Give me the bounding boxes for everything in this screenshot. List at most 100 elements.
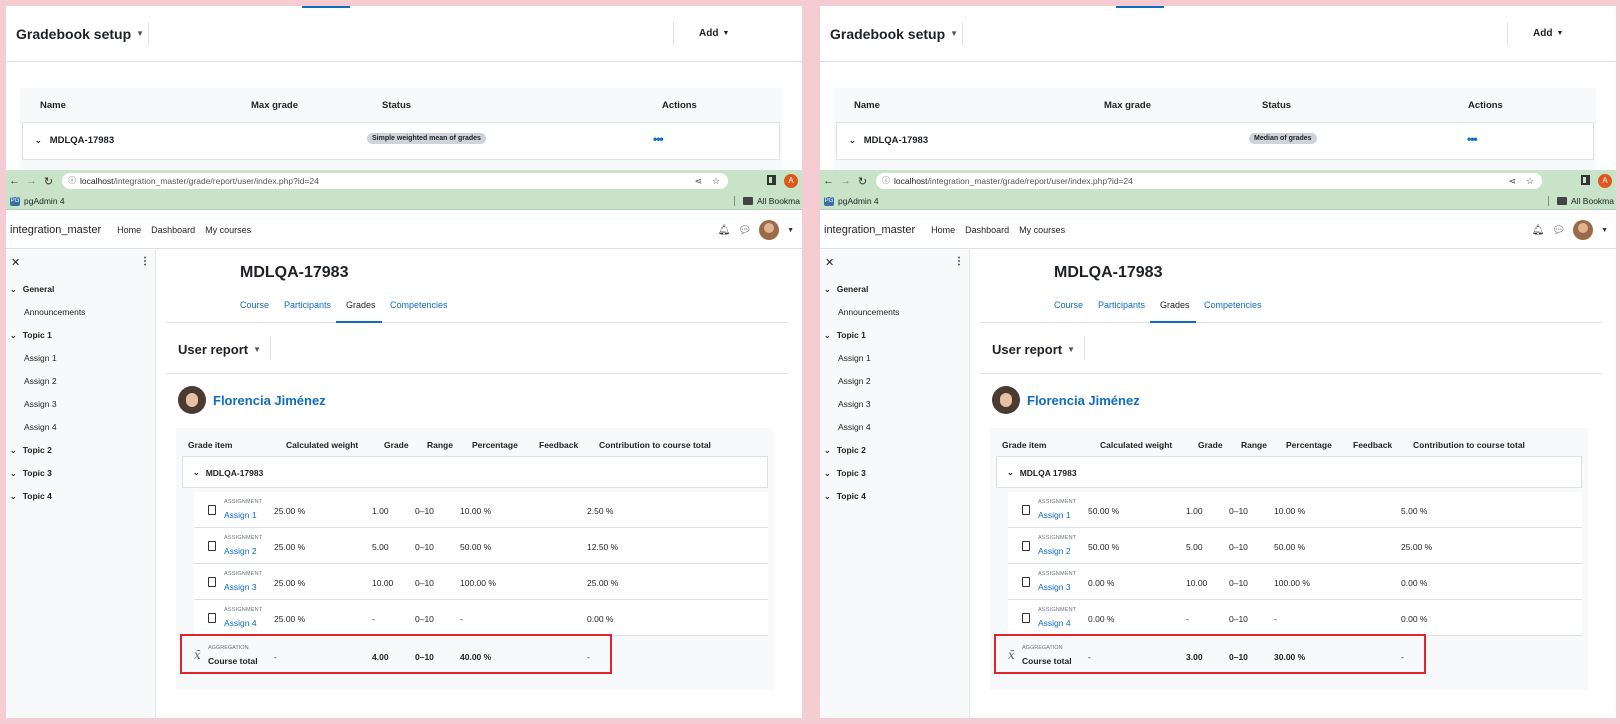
tab-course[interactable]: Course [1054, 300, 1083, 310]
kebab-menu-icon[interactable]: ⋮ [954, 256, 964, 267]
course-index-section-topic-3[interactable]: ⌄ Topic 3 [824, 468, 866, 478]
site-info-icon[interactable]: ⓘ [882, 173, 890, 189]
bell-icon[interactable]: 🔔︎ [1532, 225, 1545, 236]
nav-home[interactable]: Home [117, 225, 141, 235]
back-arrow-icon[interactable]: ← [6, 175, 23, 187]
site-name[interactable]: integration_master [820, 224, 915, 236]
course-index-section-topic-4[interactable]: ⌄ Topic 4 [824, 491, 866, 501]
share-icon[interactable]: ⋖ [1508, 173, 1516, 189]
grade-item-link[interactable]: Assign 4 [224, 618, 257, 628]
grade-item-link[interactable]: Assign 1 [224, 510, 257, 520]
course-index-announcements[interactable]: Announcements [838, 307, 899, 317]
more-dots-icon[interactable]: ••• [1467, 132, 1478, 146]
chevron-down-icon[interactable]: ▼ [1601, 227, 1608, 234]
close-icon[interactable]: ✕ [11, 256, 20, 269]
grade-item-link[interactable]: Assign 1 [1038, 510, 1071, 520]
chevron-down-icon: ⌄ [10, 491, 17, 501]
report-selector[interactable]: User report ▼ [178, 342, 261, 357]
url-host: localhost [80, 176, 114, 186]
bell-icon[interactable]: 🔔︎ [718, 225, 731, 236]
grade-item-link[interactable]: Assign 2 [224, 546, 257, 556]
course-index-assign-1[interactable]: Assign 1 [24, 353, 57, 363]
more-dots-icon[interactable]: ••• [653, 132, 664, 146]
bookmark-star-icon[interactable]: ☆ [712, 173, 720, 189]
category-toggle[interactable]: ⌄ MDLQA 17983 [1007, 468, 1077, 478]
nav-dashboard[interactable]: Dashboard [965, 225, 1009, 235]
tab-course[interactable]: Course [240, 300, 269, 310]
all-bookmarks-folder[interactable]: All Bookma [734, 196, 800, 206]
user-avatar[interactable] [992, 386, 1020, 414]
tab-grades[interactable]: Grades [346, 300, 376, 310]
kebab-menu-icon[interactable]: ⋮ [140, 256, 150, 267]
category-name-cell[interactable]: ⌄ MDLQA-17983 [849, 135, 928, 146]
course-index-assign-1[interactable]: Assign 1 [838, 353, 871, 363]
course-index-section-general[interactable]: ⌄ General [10, 284, 54, 294]
grade-item-row: ASSIGNMENT Assign 2 50.00 % 5.00 0–10 50.00 %… [1008, 528, 1582, 564]
course-index-section-topic-2[interactable]: ⌄ Topic 2 [824, 445, 866, 455]
gradebook-setup-dropdown[interactable]: Gradebook setup ▼ [6, 26, 144, 42]
course-index-section-topic-2[interactable]: ⌄ Topic 2 [10, 445, 52, 455]
nav-home[interactable]: Home [931, 225, 955, 235]
course-index-assign-4[interactable]: Assign 4 [838, 422, 871, 432]
grade-item-link[interactable]: Assign 3 [1038, 582, 1071, 592]
course-index-section-topic-3[interactable]: ⌄ Topic 3 [10, 468, 52, 478]
user-menu-avatar[interactable] [1573, 220, 1594, 240]
tab-competencies[interactable]: Competencies [390, 300, 448, 310]
user-avatar[interactable] [178, 386, 206, 414]
bookmark-pgadmin[interactable]: PG pgAdmin 4 [10, 196, 65, 206]
course-index-section-general[interactable]: ⌄ General [824, 284, 868, 294]
nav-my-courses[interactable]: My courses [205, 225, 251, 235]
add-menu-button[interactable]: Add ▼ [699, 28, 729, 39]
reload-icon[interactable]: ↻ [40, 175, 57, 188]
forward-arrow-icon[interactable]: → [837, 175, 854, 187]
user-name-link[interactable]: Florencia Jiménez [213, 393, 326, 408]
grade-item-link[interactable]: Assign 3 [224, 582, 257, 592]
course-index-assign-2[interactable]: Assign 2 [24, 376, 57, 386]
tab-participants[interactable]: Participants [284, 300, 331, 310]
close-icon[interactable]: ✕ [825, 256, 834, 269]
forward-arrow-icon[interactable]: → [23, 175, 40, 187]
category-name-cell[interactable]: ⌄ MDLQA-17983 [35, 135, 114, 146]
bookmark-star-icon[interactable]: ☆ [1526, 173, 1534, 189]
course-index-assign-4[interactable]: Assign 4 [24, 422, 57, 432]
course-index-assign-3[interactable]: Assign 3 [24, 399, 57, 409]
add-menu-button[interactable]: Add ▼ [1533, 28, 1563, 39]
tab-grades[interactable]: Grades [1160, 300, 1190, 310]
side-panel-icon[interactable] [767, 175, 776, 185]
nav-my-courses[interactable]: My courses [1019, 225, 1065, 235]
address-bar[interactable]: ⓘ localhost/integration_master/grade/rep… [876, 173, 1542, 189]
all-bookmarks-folder[interactable]: All Bookma [1548, 196, 1614, 206]
user-menu-avatar[interactable] [759, 220, 780, 240]
grade-item-link[interactable]: Assign 4 [1038, 618, 1071, 628]
course-index-assign-2[interactable]: Assign 2 [838, 376, 871, 386]
site-info-icon[interactable]: ⓘ [68, 173, 76, 189]
side-panel-icon[interactable] [1581, 175, 1590, 185]
back-arrow-icon[interactable]: ← [820, 175, 837, 187]
course-index-announcements[interactable]: Announcements [24, 307, 85, 317]
cell-grade: 10.00 [1186, 578, 1208, 588]
profile-avatar-icon[interactable]: A [1598, 174, 1612, 188]
chevron-down-icon[interactable]: ▼ [787, 227, 794, 234]
course-index-section-topic-1[interactable]: ⌄ Topic 1 [10, 330, 52, 340]
reload-icon[interactable]: ↻ [854, 175, 871, 188]
course-index-section-topic-4[interactable]: ⌄ Topic 4 [10, 491, 52, 501]
category-toggle[interactable]: ⌄ MDLQA-17983 [193, 468, 263, 478]
chat-bubble-icon[interactable]: 💬︎ [1552, 225, 1565, 236]
site-name[interactable]: integration_master [6, 224, 101, 236]
share-icon[interactable]: ⋖ [694, 173, 702, 189]
report-selector[interactable]: User report ▼ [992, 342, 1075, 357]
user-name-link[interactable]: Florencia Jiménez [1027, 393, 1140, 408]
profile-avatar-icon[interactable]: A [784, 174, 798, 188]
bookmark-pgadmin[interactable]: PG pgAdmin 4 [824, 196, 879, 206]
chat-bubble-icon[interactable]: 💬︎ [738, 225, 751, 236]
chevron-down-icon[interactable]: ⌄ [849, 136, 856, 145]
tab-competencies[interactable]: Competencies [1204, 300, 1262, 310]
tab-participants[interactable]: Participants [1098, 300, 1145, 310]
address-bar[interactable]: ⓘ localhost/integration_master/grade/rep… [62, 173, 728, 189]
chevron-down-icon[interactable]: ⌄ [35, 136, 42, 145]
gradebook-setup-dropdown[interactable]: Gradebook setup ▼ [820, 26, 958, 42]
grade-item-link[interactable]: Assign 2 [1038, 546, 1071, 556]
course-index-assign-3[interactable]: Assign 3 [838, 399, 871, 409]
nav-dashboard[interactable]: Dashboard [151, 225, 195, 235]
course-index-section-topic-1[interactable]: ⌄ Topic 1 [824, 330, 866, 340]
